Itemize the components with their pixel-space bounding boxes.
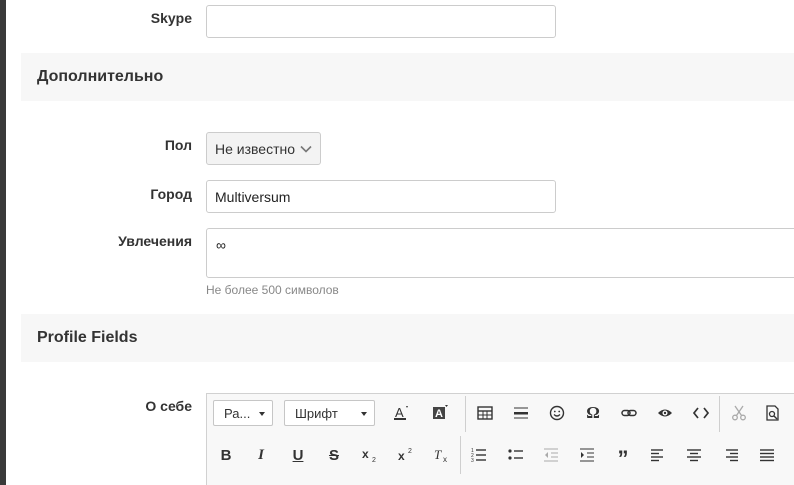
align-justify-button[interactable]	[753, 441, 781, 469]
skype-input[interactable]	[206, 5, 556, 38]
svg-text:x: x	[443, 455, 447, 463]
indent-button[interactable]	[573, 441, 601, 469]
link-button[interactable]	[615, 399, 643, 427]
about-label: О себе	[145, 398, 192, 414]
section-profile-fields-title: Profile Fields	[37, 329, 138, 346]
scissors-icon	[732, 405, 746, 421]
special-char-button[interactable]: Ω	[579, 399, 607, 427]
horizontal-line-icon	[514, 407, 528, 419]
bulleted-list-button[interactable]	[502, 441, 530, 469]
align-right-icon	[726, 449, 738, 462]
font-dropdown-label: Шрифт	[295, 406, 338, 421]
hobbies-label: Увлечения	[118, 233, 192, 249]
section-profile-fields: Profile Fields	[21, 314, 794, 362]
chevron-down-icon	[300, 145, 312, 153]
svg-text:x: x	[398, 449, 405, 463]
smiley-button[interactable]	[543, 399, 571, 427]
toolbar-separator	[460, 436, 461, 474]
remove-format-icon: Tx	[434, 447, 447, 463]
strikethrough-button[interactable]: S	[320, 441, 348, 469]
gender-select-value: Не известно	[215, 141, 296, 157]
align-right-button[interactable]	[717, 441, 745, 469]
text-color-button[interactable]: A	[387, 399, 415, 427]
table-icon	[477, 406, 493, 420]
svg-text:3: 3	[471, 458, 474, 463]
gender-label: Пол	[164, 137, 192, 153]
outdent-button[interactable]	[537, 441, 565, 469]
bulleted-list-icon	[508, 449, 523, 460]
caret-down-icon	[361, 412, 367, 416]
subscript-button[interactable]: x2	[356, 441, 384, 469]
hobbies-hint: Не более 500 символов	[206, 283, 339, 297]
toolbar-separator	[719, 396, 720, 432]
bold-button[interactable]: B	[212, 441, 240, 469]
align-center-icon	[687, 449, 701, 462]
underline-icon: U	[292, 446, 304, 464]
section-additional-title: Дополнительно	[37, 68, 164, 85]
align-center-button[interactable]	[680, 441, 708, 469]
underline-button[interactable]: U	[284, 441, 312, 469]
text-color-icon: A	[394, 405, 408, 420]
format-dropdown[interactable]: Ра...	[213, 400, 273, 426]
outdent-icon	[544, 448, 558, 462]
link-icon	[621, 409, 637, 417]
preview-button[interactable]	[651, 399, 679, 427]
quote-icon: ”	[617, 446, 629, 471]
background-color-icon: A	[433, 405, 448, 420]
align-left-button[interactable]	[644, 441, 672, 469]
code-icon	[693, 407, 709, 419]
superscript-button[interactable]: x2	[392, 441, 420, 469]
svg-text:2: 2	[408, 448, 412, 455]
cut-button[interactable]	[725, 399, 753, 427]
blockquote-button[interactable]: ”	[609, 441, 637, 471]
table-button[interactable]	[471, 399, 499, 427]
svg-text:T: T	[434, 447, 442, 462]
svg-text:A: A	[395, 405, 404, 420]
source-code-button[interactable]	[687, 399, 715, 427]
align-left-icon	[651, 449, 663, 462]
about-editor-toolbar: Ра... Шрифт A A Ω B I U S x 2 x 2 T x 1 …	[206, 393, 794, 485]
horizontal-line-button[interactable]	[507, 399, 535, 427]
italic-button[interactable]: I	[247, 441, 275, 469]
gender-select[interactable]: Не известно	[206, 132, 321, 165]
indent-icon	[580, 448, 594, 462]
hobbies-textarea[interactable]: ∞	[206, 228, 794, 278]
find-icon	[766, 405, 779, 421]
svg-text:A: A	[435, 408, 443, 420]
remove-format-button[interactable]: Tx	[428, 441, 456, 469]
svg-text:x: x	[362, 447, 369, 461]
smiley-icon	[549, 405, 565, 421]
numbered-list-button[interactable]: 123	[465, 441, 493, 469]
svg-text:2: 2	[372, 457, 376, 463]
caret-down-icon	[259, 412, 265, 416]
omega-icon: Ω	[586, 403, 600, 422]
city-input[interactable]	[206, 180, 556, 213]
eye-icon	[658, 409, 672, 417]
font-dropdown[interactable]: Шрифт	[284, 400, 375, 426]
strikethrough-icon: S	[328, 446, 339, 464]
bold-icon: B	[220, 446, 232, 464]
toolbar-separator	[465, 396, 466, 432]
italic-icon: I	[258, 446, 264, 463]
section-additional: Дополнительно	[21, 53, 794, 101]
page-left-edge	[0, 0, 6, 485]
format-dropdown-label: Ра...	[224, 406, 251, 421]
numbered-list-icon: 123	[471, 448, 486, 463]
find-button[interactable]	[759, 399, 787, 427]
subscript-icon: x2	[362, 447, 376, 463]
city-label: Город	[150, 186, 192, 202]
align-justify-icon	[760, 449, 774, 462]
background-color-button[interactable]: A	[426, 399, 454, 427]
skype-label: Skype	[150, 10, 192, 26]
superscript-icon: x2	[398, 448, 412, 463]
